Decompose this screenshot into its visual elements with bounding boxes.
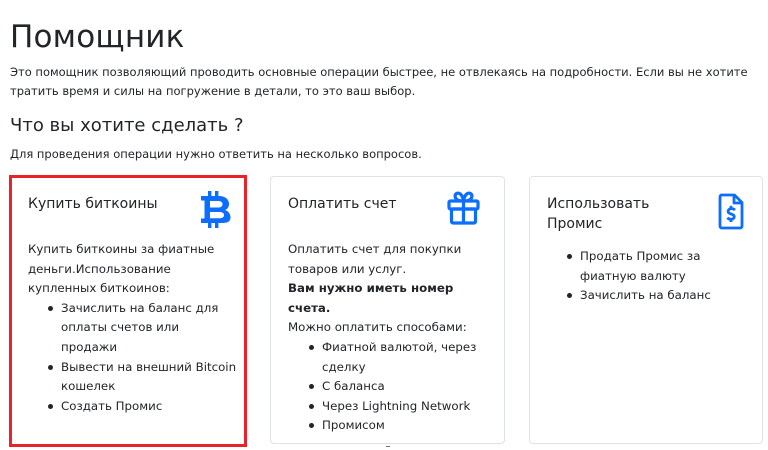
- card-buy-bitcoin[interactable]: Купить биткоины Купить биткоины за фиатн…: [9, 175, 247, 447]
- list-item: Фиатной валютой, через сделку: [288, 338, 488, 377]
- list-item: Продать Промис за фиатную валюту: [547, 247, 747, 286]
- card-body: Купить биткоины за фиатные деньги.Исполь…: [28, 240, 238, 416]
- card-note: Вам нужно иметь номер счета.: [288, 281, 454, 315]
- card-body: Продать Промис за фиатную валюту Зачисли…: [547, 247, 747, 306]
- receipt-icon: [718, 193, 744, 230]
- divider: [386, 446, 390, 447]
- card-title: Использовать Промис: [547, 196, 650, 232]
- card-methods-label: Можно оплатить способами:: [288, 320, 467, 335]
- card-title: Оплатить счет: [288, 196, 397, 212]
- card-title: Купить биткоины: [28, 196, 158, 212]
- card-list: Зачислить на баланс для оплаты счетов ил…: [28, 299, 238, 417]
- intro-text: Это помощник позволяющий проводить основ…: [10, 65, 748, 98]
- card-list: Фиатной валютой, через сделку С баланса …: [288, 338, 488, 436]
- card-use-promise[interactable]: Использовать Промис Продать Промис за фи…: [529, 176, 763, 444]
- card-pay-invoice[interactable]: Оплатить счет Оплатить счет для покупки …: [270, 176, 505, 444]
- page-title: Помощник: [10, 19, 185, 55]
- card-body: Оплатить счет для покупки товаров или ус…: [288, 240, 488, 436]
- list-item: С баланса: [288, 377, 488, 397]
- gift-icon: [447, 191, 480, 225]
- list-item: Зачислить на баланс: [547, 286, 747, 306]
- bitcoin-icon: [201, 191, 231, 228]
- list-item: Зачислить на баланс для оплаты счетов ил…: [28, 299, 238, 358]
- card-list: Продать Промис за фиатную валюту Зачисли…: [547, 247, 747, 306]
- section-title: Что вы хотите сделать ?: [10, 115, 244, 136]
- section-subtitle: Для проведения операции нужно ответить н…: [10, 147, 422, 161]
- card-description: Оплатить счет для покупки товаров или ус…: [288, 242, 462, 276]
- list-item: Через Lightning Network: [288, 397, 488, 417]
- card-description: Купить биткоины за фиатные деньги.Исполь…: [28, 242, 215, 296]
- list-item: Промисом: [288, 416, 488, 436]
- list-item: Вывести на внешний Bitcoin кошелек: [28, 358, 238, 397]
- list-item: Создать Промис: [28, 397, 238, 417]
